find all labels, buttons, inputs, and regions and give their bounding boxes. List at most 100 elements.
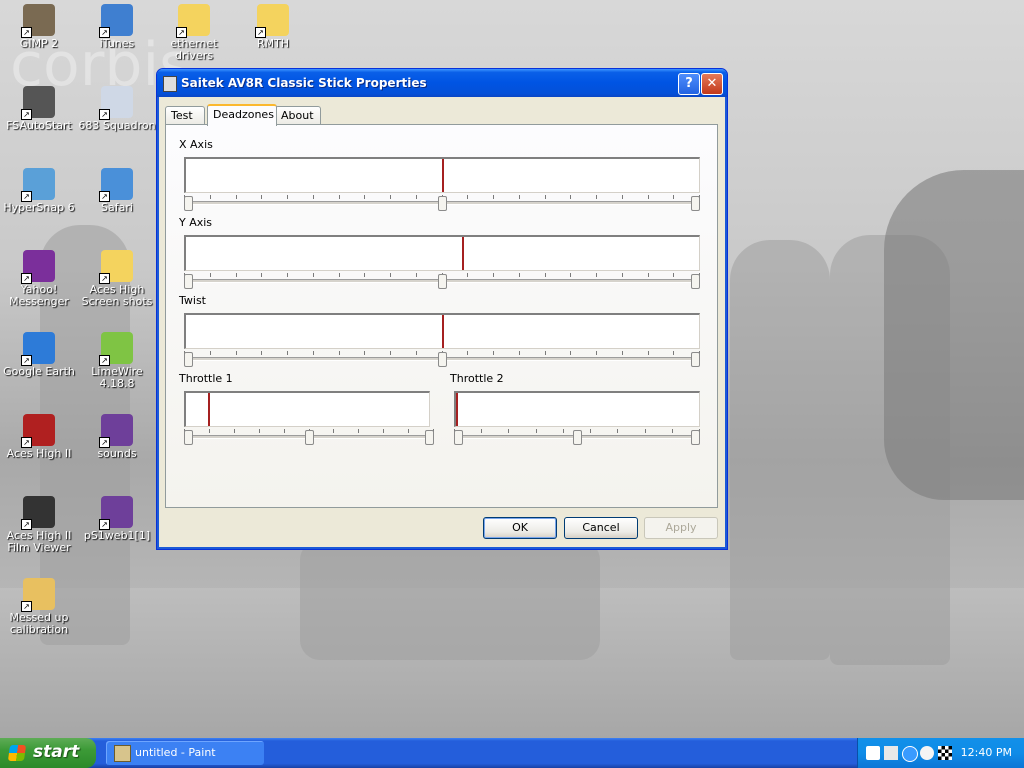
- desktop-icon[interactable]: ↗ iTunes: [78, 4, 156, 50]
- desktop-icon-label: pS1web1[1]: [83, 529, 151, 542]
- clock[interactable]: 12:40 PM: [961, 746, 1012, 759]
- messenger-tray-icon[interactable]: [920, 746, 934, 760]
- slider-min-thumb[interactable]: [184, 274, 193, 289]
- tab-about[interactable]: About: [275, 106, 321, 124]
- deadzones-panel: X Axis Y Axis Twist Throttle 1 Throttle …: [165, 124, 718, 508]
- desktop-icon[interactable]: ↗ Yahoo! Messenger: [0, 250, 78, 308]
- folder-icon: ↗: [99, 250, 133, 284]
- desktop-icon-label: sounds: [97, 447, 137, 460]
- y-axis-deadzone-slider[interactable]: [184, 273, 700, 291]
- start-button[interactable]: start: [0, 738, 96, 768]
- shortcut-arrow-icon: ↗: [99, 355, 110, 366]
- desktop-icon[interactable]: ↗ Aces High II Film Viewer: [0, 496, 78, 554]
- tab-test[interactable]: Test: [165, 106, 205, 124]
- slider-tick: [622, 273, 623, 277]
- slider-tick: [261, 273, 262, 277]
- slider-tick: [313, 195, 314, 199]
- slider-center-thumb[interactable]: [305, 430, 314, 445]
- desktop-icon[interactable]: ↗ Google Earth: [0, 332, 78, 378]
- gimp-icon: ↗: [21, 4, 55, 38]
- properties-dialog: Saitek AV8R Classic Stick Properties ? ✕…: [156, 68, 728, 550]
- slider-tick: [596, 195, 597, 199]
- taskbar-item-paint[interactable]: untitled - Paint: [106, 741, 264, 765]
- desktop-icon-label: Yahoo! Messenger: [9, 283, 69, 308]
- desktop-icon-label: Google Earth: [3, 365, 75, 378]
- slider-tick: [390, 273, 391, 277]
- slider-tick: [563, 429, 564, 433]
- title-bar[interactable]: Saitek AV8R Classic Stick Properties ? ✕: [157, 69, 727, 97]
- slider-center-thumb[interactable]: [573, 430, 582, 445]
- slider-min-thumb[interactable]: [454, 430, 463, 445]
- x-axis-deadzone-slider[interactable]: [184, 195, 700, 213]
- close-button[interactable]: ✕: [701, 73, 723, 95]
- desktop-icon-label: Aces High II: [6, 447, 72, 460]
- desktop-icon-label: Aces High Screen shots: [81, 283, 153, 308]
- slider-min-thumb[interactable]: [184, 430, 193, 445]
- network-tray-icon[interactable]: [884, 746, 898, 760]
- twist-deadzone-slider[interactable]: [184, 351, 700, 369]
- slider-tick: [234, 429, 235, 433]
- desktop-icon[interactable]: ↗ GIMP 2: [0, 4, 78, 50]
- desktop-icon[interactable]: ↗ 683 Squadron: [78, 86, 156, 132]
- throttle-2-deadzone-slider[interactable]: [454, 429, 700, 447]
- slider-tick: [236, 273, 237, 277]
- x-axis-position-marker: [442, 159, 444, 192]
- slider-tick: [467, 351, 468, 355]
- ok-button[interactable]: OK: [483, 517, 557, 539]
- desktop-icon[interactable]: ↗ Safari: [78, 168, 156, 214]
- throttle-1-position-marker: [208, 393, 210, 426]
- slider-tick: [287, 195, 288, 199]
- slider-tick: [493, 351, 494, 355]
- slider-tick: [364, 351, 365, 355]
- taskbar: start untitled - Paint 12:40 PM: [0, 738, 1024, 768]
- slider-tick: [596, 351, 597, 355]
- folder-icon: ↗: [255, 4, 289, 38]
- desktop-icon[interactable]: ↗ RMTH: [234, 4, 312, 50]
- desktop-icon[interactable]: ↗ pS1web1[1]: [78, 496, 156, 542]
- shortcut-arrow-icon: ↗: [21, 519, 32, 530]
- slider-tick: [339, 273, 340, 277]
- checkered-tray-icon[interactable]: [938, 746, 952, 760]
- desktop-icon[interactable]: ↗ Aces High Screen shots: [78, 250, 156, 308]
- cancel-button[interactable]: Cancel: [564, 517, 638, 539]
- shortcut-arrow-icon: ↗: [99, 437, 110, 448]
- tab-deadzones[interactable]: Deadzones: [207, 104, 277, 126]
- desktop-icon-label: iTunes: [99, 37, 135, 50]
- slider-center-thumb[interactable]: [438, 196, 447, 211]
- apply-button[interactable]: Apply: [644, 517, 718, 539]
- slider-max-thumb[interactable]: [691, 196, 700, 211]
- shortcut-arrow-icon: ↗: [21, 191, 32, 202]
- taskbar-item-label: untitled - Paint: [135, 746, 216, 759]
- slider-max-thumb[interactable]: [691, 430, 700, 445]
- slider-tick: [570, 195, 571, 199]
- back-arrow-icon[interactable]: [902, 746, 918, 762]
- slider-max-thumb[interactable]: [425, 430, 434, 445]
- google-earth-icon: ↗: [21, 332, 55, 366]
- desktop-icon[interactable]: ↗ LimeWire 4.18.8: [78, 332, 156, 390]
- slider-tick: [673, 273, 674, 277]
- slider-max-thumb[interactable]: [691, 274, 700, 289]
- throttle-1-deadzone-slider[interactable]: [184, 429, 434, 447]
- slider-tick: [673, 195, 674, 199]
- slider-center-thumb[interactable]: [438, 274, 447, 289]
- slider-center-thumb[interactable]: [438, 352, 447, 367]
- desktop-icon-label: FSAutoStart: [6, 119, 72, 132]
- slider-min-thumb[interactable]: [184, 352, 193, 367]
- desktop-icon[interactable]: ↗ HyperSnap 6: [0, 168, 78, 214]
- desktop-icon[interactable]: ↗ FSAutoStart: [0, 86, 78, 132]
- desktop-icon[interactable]: ↗ ethernet drivers: [155, 4, 233, 62]
- slider-min-thumb[interactable]: [184, 196, 193, 211]
- desktop-icon[interactable]: ↗ sounds: [78, 414, 156, 460]
- desktop-icon[interactable]: ↗ Messed up calibration: [0, 578, 78, 636]
- slider-tick: [364, 195, 365, 199]
- hypersnap-icon: ↗: [21, 168, 55, 202]
- desktop-icon-label: Aces High II Film Viewer: [6, 529, 72, 554]
- slider-max-thumb[interactable]: [691, 352, 700, 367]
- slider-tick: [236, 195, 237, 199]
- shortcut-arrow-icon: ↗: [99, 27, 110, 38]
- slider-tick: [259, 429, 260, 433]
- y-axis-meter: [184, 235, 700, 271]
- desktop-icon[interactable]: ↗ Aces High II: [0, 414, 78, 460]
- help-button[interactable]: ?: [678, 73, 700, 95]
- help-tray-icon[interactable]: [866, 746, 880, 760]
